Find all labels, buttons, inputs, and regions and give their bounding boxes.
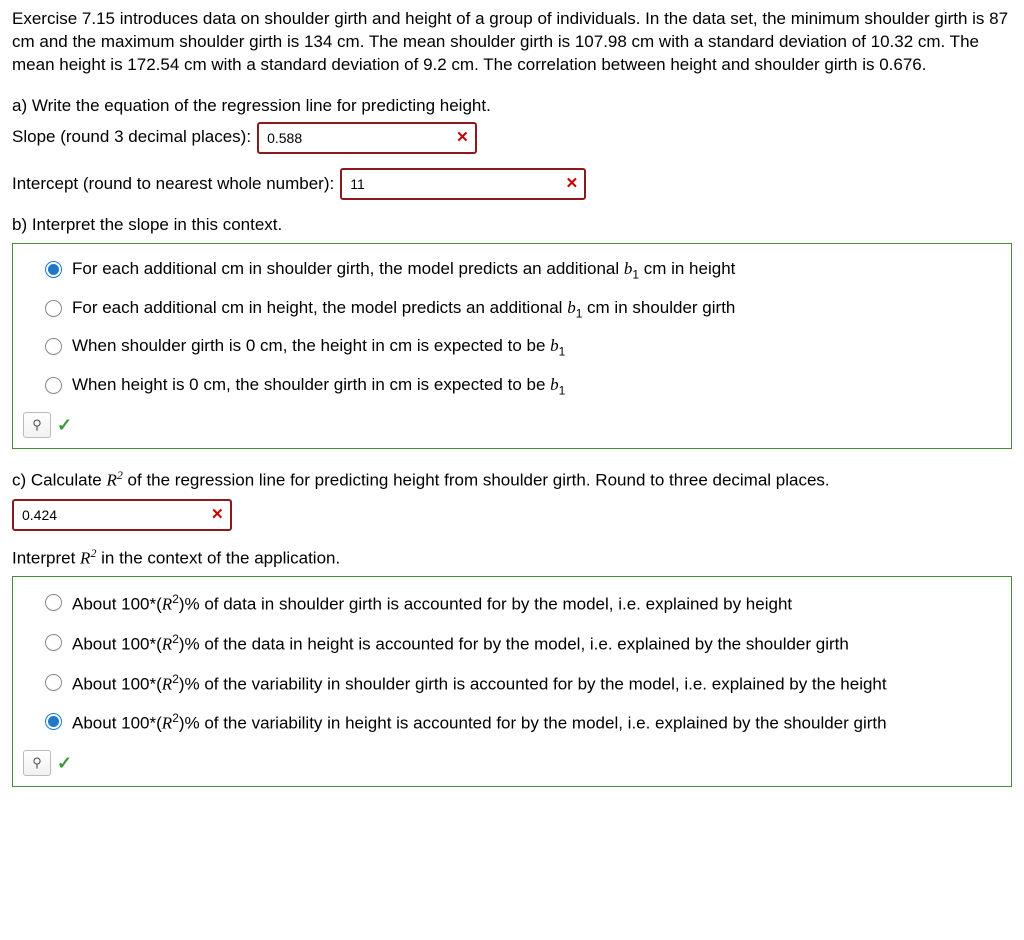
radio-option[interactable]: About 100*(R2)% of data in shoulder girt… xyxy=(45,591,999,617)
part-c-feedback: ⚲ ✓ xyxy=(23,750,999,776)
option-label: About 100*(R2)% of data in shoulder girt… xyxy=(72,591,792,617)
radio-button[interactable] xyxy=(45,713,62,730)
intercept-input[interactable] xyxy=(348,175,559,193)
option-label: About 100*(R2)% of the data in height is… xyxy=(72,631,849,657)
option-label: When height is 0 cm, the shoulder girth … xyxy=(72,374,565,398)
part-c-interpret-prompt: Interpret R2 in the context of the appli… xyxy=(12,545,1012,571)
option-label: When shoulder girth is 0 cm, the height … xyxy=(72,335,565,359)
wrong-icon: ✕ xyxy=(211,505,224,525)
part-c-text-post: of the regression line for predicting he… xyxy=(123,471,830,490)
part-c-prompt: c) Calculate R2 of the regression line f… xyxy=(12,467,1012,493)
radio-button[interactable] xyxy=(45,634,62,651)
intro-text: Exercise 7.15 introduces data on shoulde… xyxy=(12,8,1012,77)
radio-button[interactable] xyxy=(45,674,62,691)
retry-button[interactable]: ⚲ xyxy=(23,412,51,438)
part-b-feedback: ⚲ ✓ xyxy=(23,412,999,438)
radio-option[interactable]: About 100*(R2)% of the variability in he… xyxy=(45,710,999,736)
r-symbol: R xyxy=(80,549,90,568)
wrong-icon: ✕ xyxy=(566,174,579,194)
part-b-prompt: b) Interpret the slope in this context. xyxy=(12,214,1012,237)
option-label: About 100*(R2)% of the variability in he… xyxy=(72,710,887,736)
retry-icon: ⚲ xyxy=(32,416,42,434)
slope-row: Slope (round 3 decimal places): ✕ xyxy=(12,122,1012,154)
part-b-choices: For each additional cm in shoulder girth… xyxy=(12,243,1012,449)
radio-option[interactable]: When height is 0 cm, the shoulder girth … xyxy=(45,374,999,398)
radio-button[interactable] xyxy=(45,300,62,317)
r2-input[interactable] xyxy=(20,506,205,524)
part-c-text-pre: c) Calculate xyxy=(12,471,106,490)
retry-button[interactable]: ⚲ xyxy=(23,750,51,776)
interpret-pre: Interpret xyxy=(12,549,80,568)
r-symbol: R xyxy=(106,471,116,490)
slope-input[interactable] xyxy=(265,129,450,147)
option-label: For each additional cm in height, the mo… xyxy=(72,297,735,321)
retry-icon: ⚲ xyxy=(32,754,42,772)
radio-option[interactable]: When shoulder girth is 0 cm, the height … xyxy=(45,335,999,359)
interpret-post: in the context of the application. xyxy=(96,549,340,568)
part-c-choices: About 100*(R2)% of data in shoulder girt… xyxy=(12,576,1012,786)
radio-button[interactable] xyxy=(45,261,62,278)
slope-label: Slope (round 3 decimal places): xyxy=(12,126,251,149)
radio-button[interactable] xyxy=(45,338,62,355)
intercept-row: Intercept (round to nearest whole number… xyxy=(12,168,1012,200)
r2-input-row: ✕ xyxy=(12,499,1012,531)
radio-button[interactable] xyxy=(45,594,62,611)
radio-button[interactable] xyxy=(45,377,62,394)
intercept-label: Intercept (round to nearest whole number… xyxy=(12,173,334,196)
r2-input-wrapper: ✕ xyxy=(12,499,232,531)
check-icon: ✓ xyxy=(57,751,72,775)
option-label: About 100*(R2)% of the variability in sh… xyxy=(72,671,887,697)
slope-input-wrapper: ✕ xyxy=(257,122,477,154)
part-a-prompt: a) Write the equation of the regression … xyxy=(12,95,1012,118)
radio-option[interactable]: For each additional cm in shoulder girth… xyxy=(45,258,999,282)
radio-option[interactable]: For each additional cm in height, the mo… xyxy=(45,297,999,321)
radio-option[interactable]: About 100*(R2)% of the data in height is… xyxy=(45,631,999,657)
intercept-input-wrapper: ✕ xyxy=(340,168,586,200)
radio-option[interactable]: About 100*(R2)% of the variability in sh… xyxy=(45,671,999,697)
option-label: For each additional cm in shoulder girth… xyxy=(72,258,735,282)
wrong-icon: ✕ xyxy=(456,128,469,148)
check-icon: ✓ xyxy=(57,413,72,437)
